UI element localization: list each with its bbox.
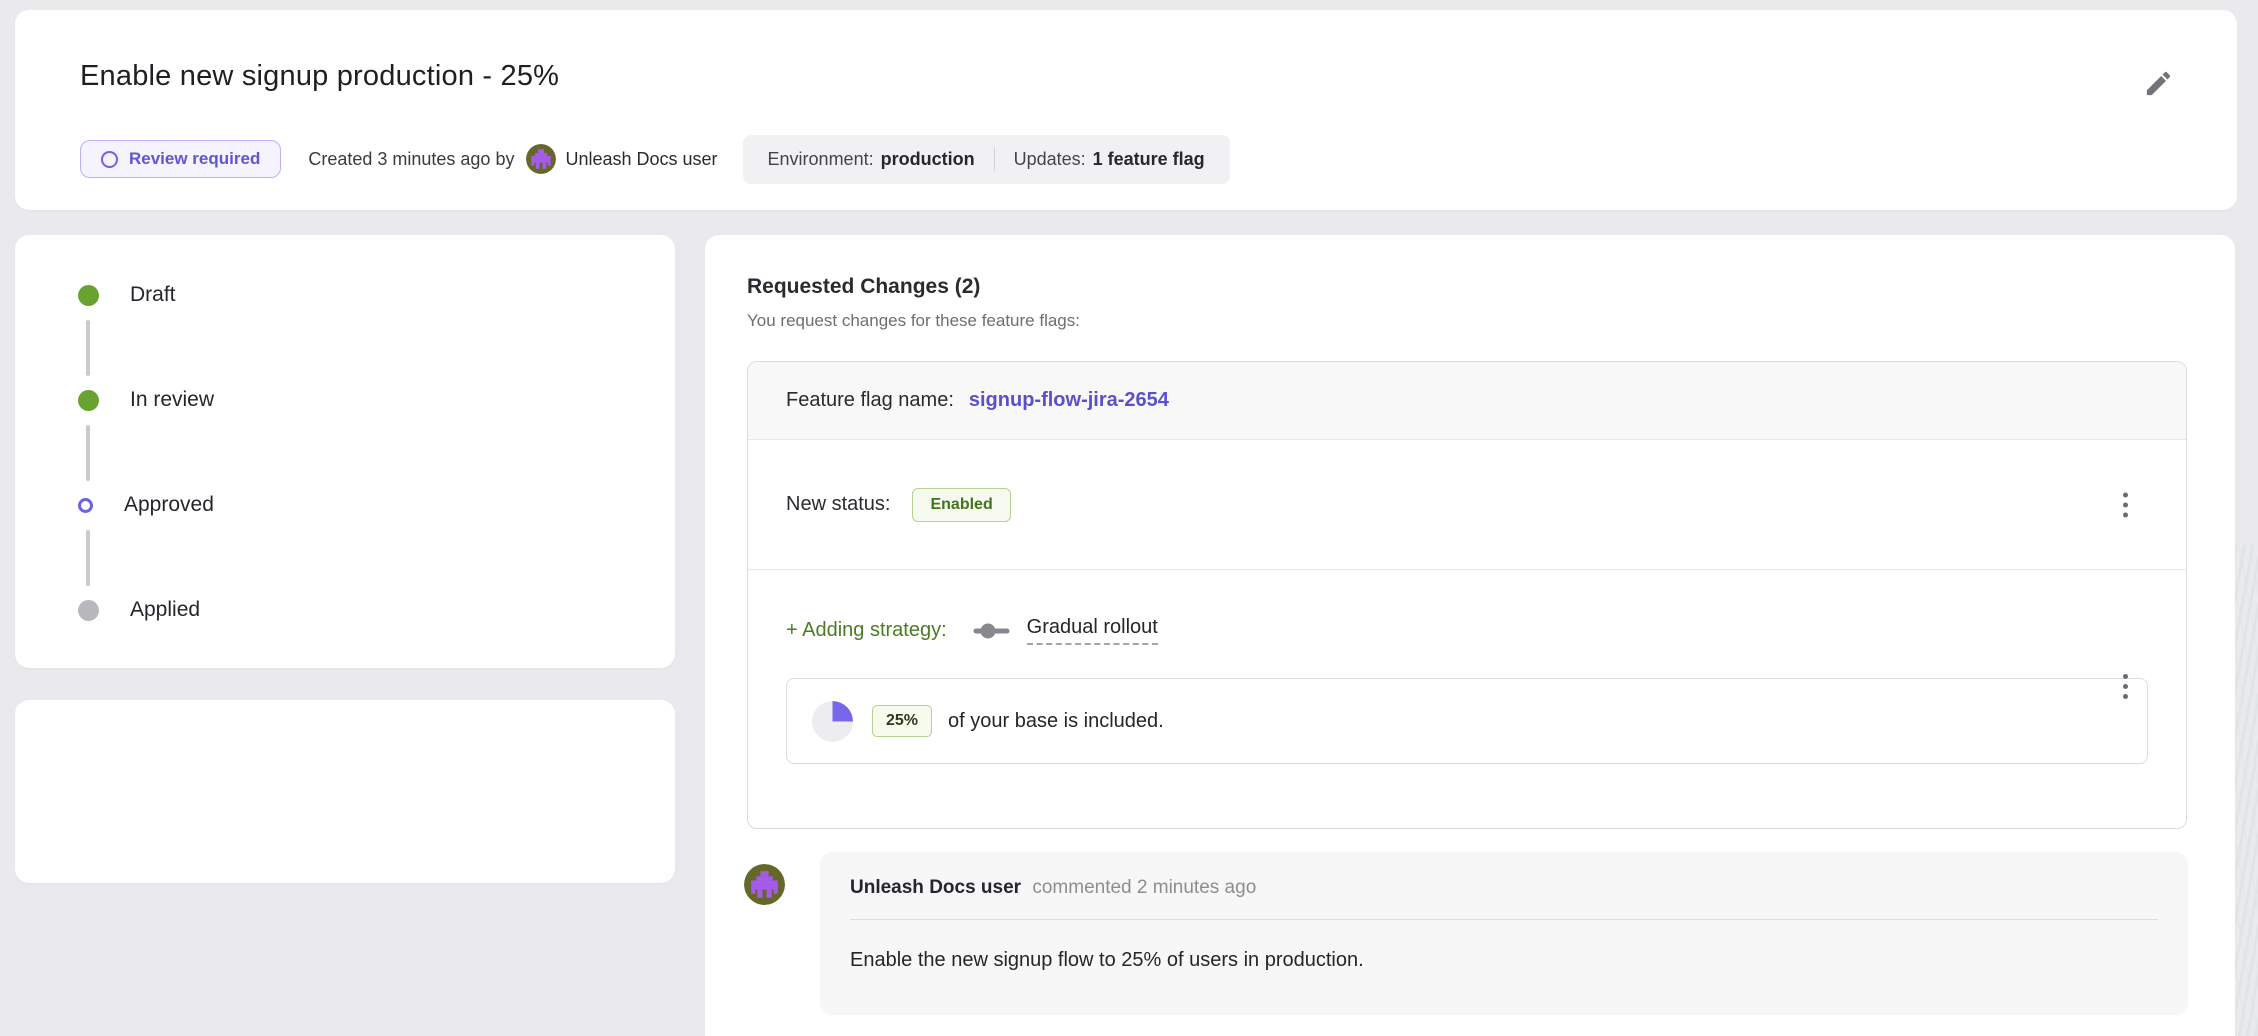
rollout-summary-box: 25% of your base is included. [786, 678, 2148, 764]
change-card: Feature flag name: signup-flow-jira-2654… [747, 361, 2187, 829]
timeline-connector [86, 320, 90, 376]
comment-author-avatar [744, 864, 785, 905]
ring-icon [101, 151, 118, 168]
comment-meta: commented 2 minutes ago [1032, 877, 1256, 898]
requested-changes-subtitle: You request changes for these feature fl… [747, 311, 1080, 331]
rollout-percentage-badge: 25% [872, 705, 932, 737]
header-card: Enable new signup production - 25% Revie… [15, 10, 2237, 210]
updates-label: Updates: [1014, 149, 1086, 170]
timeline-connector [86, 530, 90, 586]
pie-chart-icon [809, 698, 856, 745]
stage-dot-pending-icon [78, 600, 99, 621]
chip-divider [994, 147, 995, 171]
timeline-stage-applied: Applied [78, 598, 200, 622]
rollout-slider-icon [973, 623, 1010, 639]
pencil-icon [2143, 68, 2174, 99]
reviewers-card: Reviewers(0/1 required) No approvals yet [15, 700, 675, 883]
page-title: Enable new signup production - 25% [80, 60, 559, 93]
kebab-menu-icon [2123, 674, 2128, 679]
stage-label: Approved [124, 493, 214, 517]
status-kebab-menu-button[interactable] [2115, 484, 2136, 525]
flag-name-link[interactable]: signup-flow-jira-2654 [969, 389, 1169, 412]
flag-header: Feature flag name: signup-flow-jira-2654 [748, 362, 2186, 440]
comment-divider [850, 919, 2158, 920]
requested-changes-panel: Requested Changes (2) You request change… [705, 235, 2235, 1036]
strategy-name-link[interactable]: Gradual rollout [1027, 616, 1158, 645]
stage-label: In review [130, 388, 214, 412]
requested-changes-title: Requested Changes (2) [747, 275, 980, 299]
rollout-text: of your base is included. [948, 710, 1164, 733]
author-avatar [526, 144, 556, 174]
comment-header: Unleash Docs user commented 2 minutes ag… [850, 877, 2158, 899]
comment-card: Unleash Docs user commented 2 minutes ag… [820, 852, 2188, 1015]
strategy-change-section: + Adding strategy: Gradual rollout [748, 616, 2186, 764]
timeline-stage-approved: Approved [78, 493, 214, 517]
flag-name-label: Feature flag name: [786, 389, 954, 412]
timeline-connector [86, 425, 90, 481]
adding-strategy-label: + Adding strategy: [786, 619, 947, 642]
strategy-header: + Adding strategy: Gradual rollout [786, 616, 2148, 645]
status-change-row: New status: Enabled [748, 440, 2186, 570]
review-required-label: Review required [129, 149, 260, 169]
stage-dot-done-icon [78, 390, 99, 411]
stage-label: Draft [130, 283, 176, 307]
kebab-menu-icon [2123, 492, 2128, 497]
header-meta-row: Review required Created 3 minutes ago by… [80, 134, 1230, 184]
updates-value: 1 feature flag [1093, 149, 1205, 170]
enabled-badge: Enabled [912, 488, 1010, 522]
robot-avatar-icon [526, 144, 556, 174]
background-texture [2235, 545, 2258, 1036]
comment-author-name: Unleash Docs user [850, 877, 1021, 898]
edit-button[interactable] [2137, 62, 2179, 104]
created-text: Created 3 minutes ago by [308, 149, 514, 170]
change-request-page: Enable new signup production - 25% Revie… [0, 0, 2258, 1036]
robot-avatar-icon [744, 864, 785, 905]
author-name: Unleash Docs user [565, 149, 717, 170]
environment-label: Environment: [768, 149, 874, 170]
strategy-kebab-menu-button[interactable] [2115, 666, 2136, 707]
timeline-stage-draft: Draft [78, 283, 176, 307]
environment-value: production [881, 149, 975, 170]
timeline-card: Draft In review Approved Applied [15, 235, 675, 668]
review-required-badge: Review required [80, 140, 281, 178]
new-status-label: New status: [786, 493, 890, 516]
stage-dot-done-icon [78, 285, 99, 306]
stage-label: Applied [130, 598, 200, 622]
comment-body: Enable the new signup flow to 25% of use… [850, 949, 2158, 972]
environment-chip: Environment: production Updates: 1 featu… [743, 135, 1230, 184]
stage-dot-current-icon [78, 498, 93, 513]
timeline-stage-in-review: In review [78, 388, 214, 412]
